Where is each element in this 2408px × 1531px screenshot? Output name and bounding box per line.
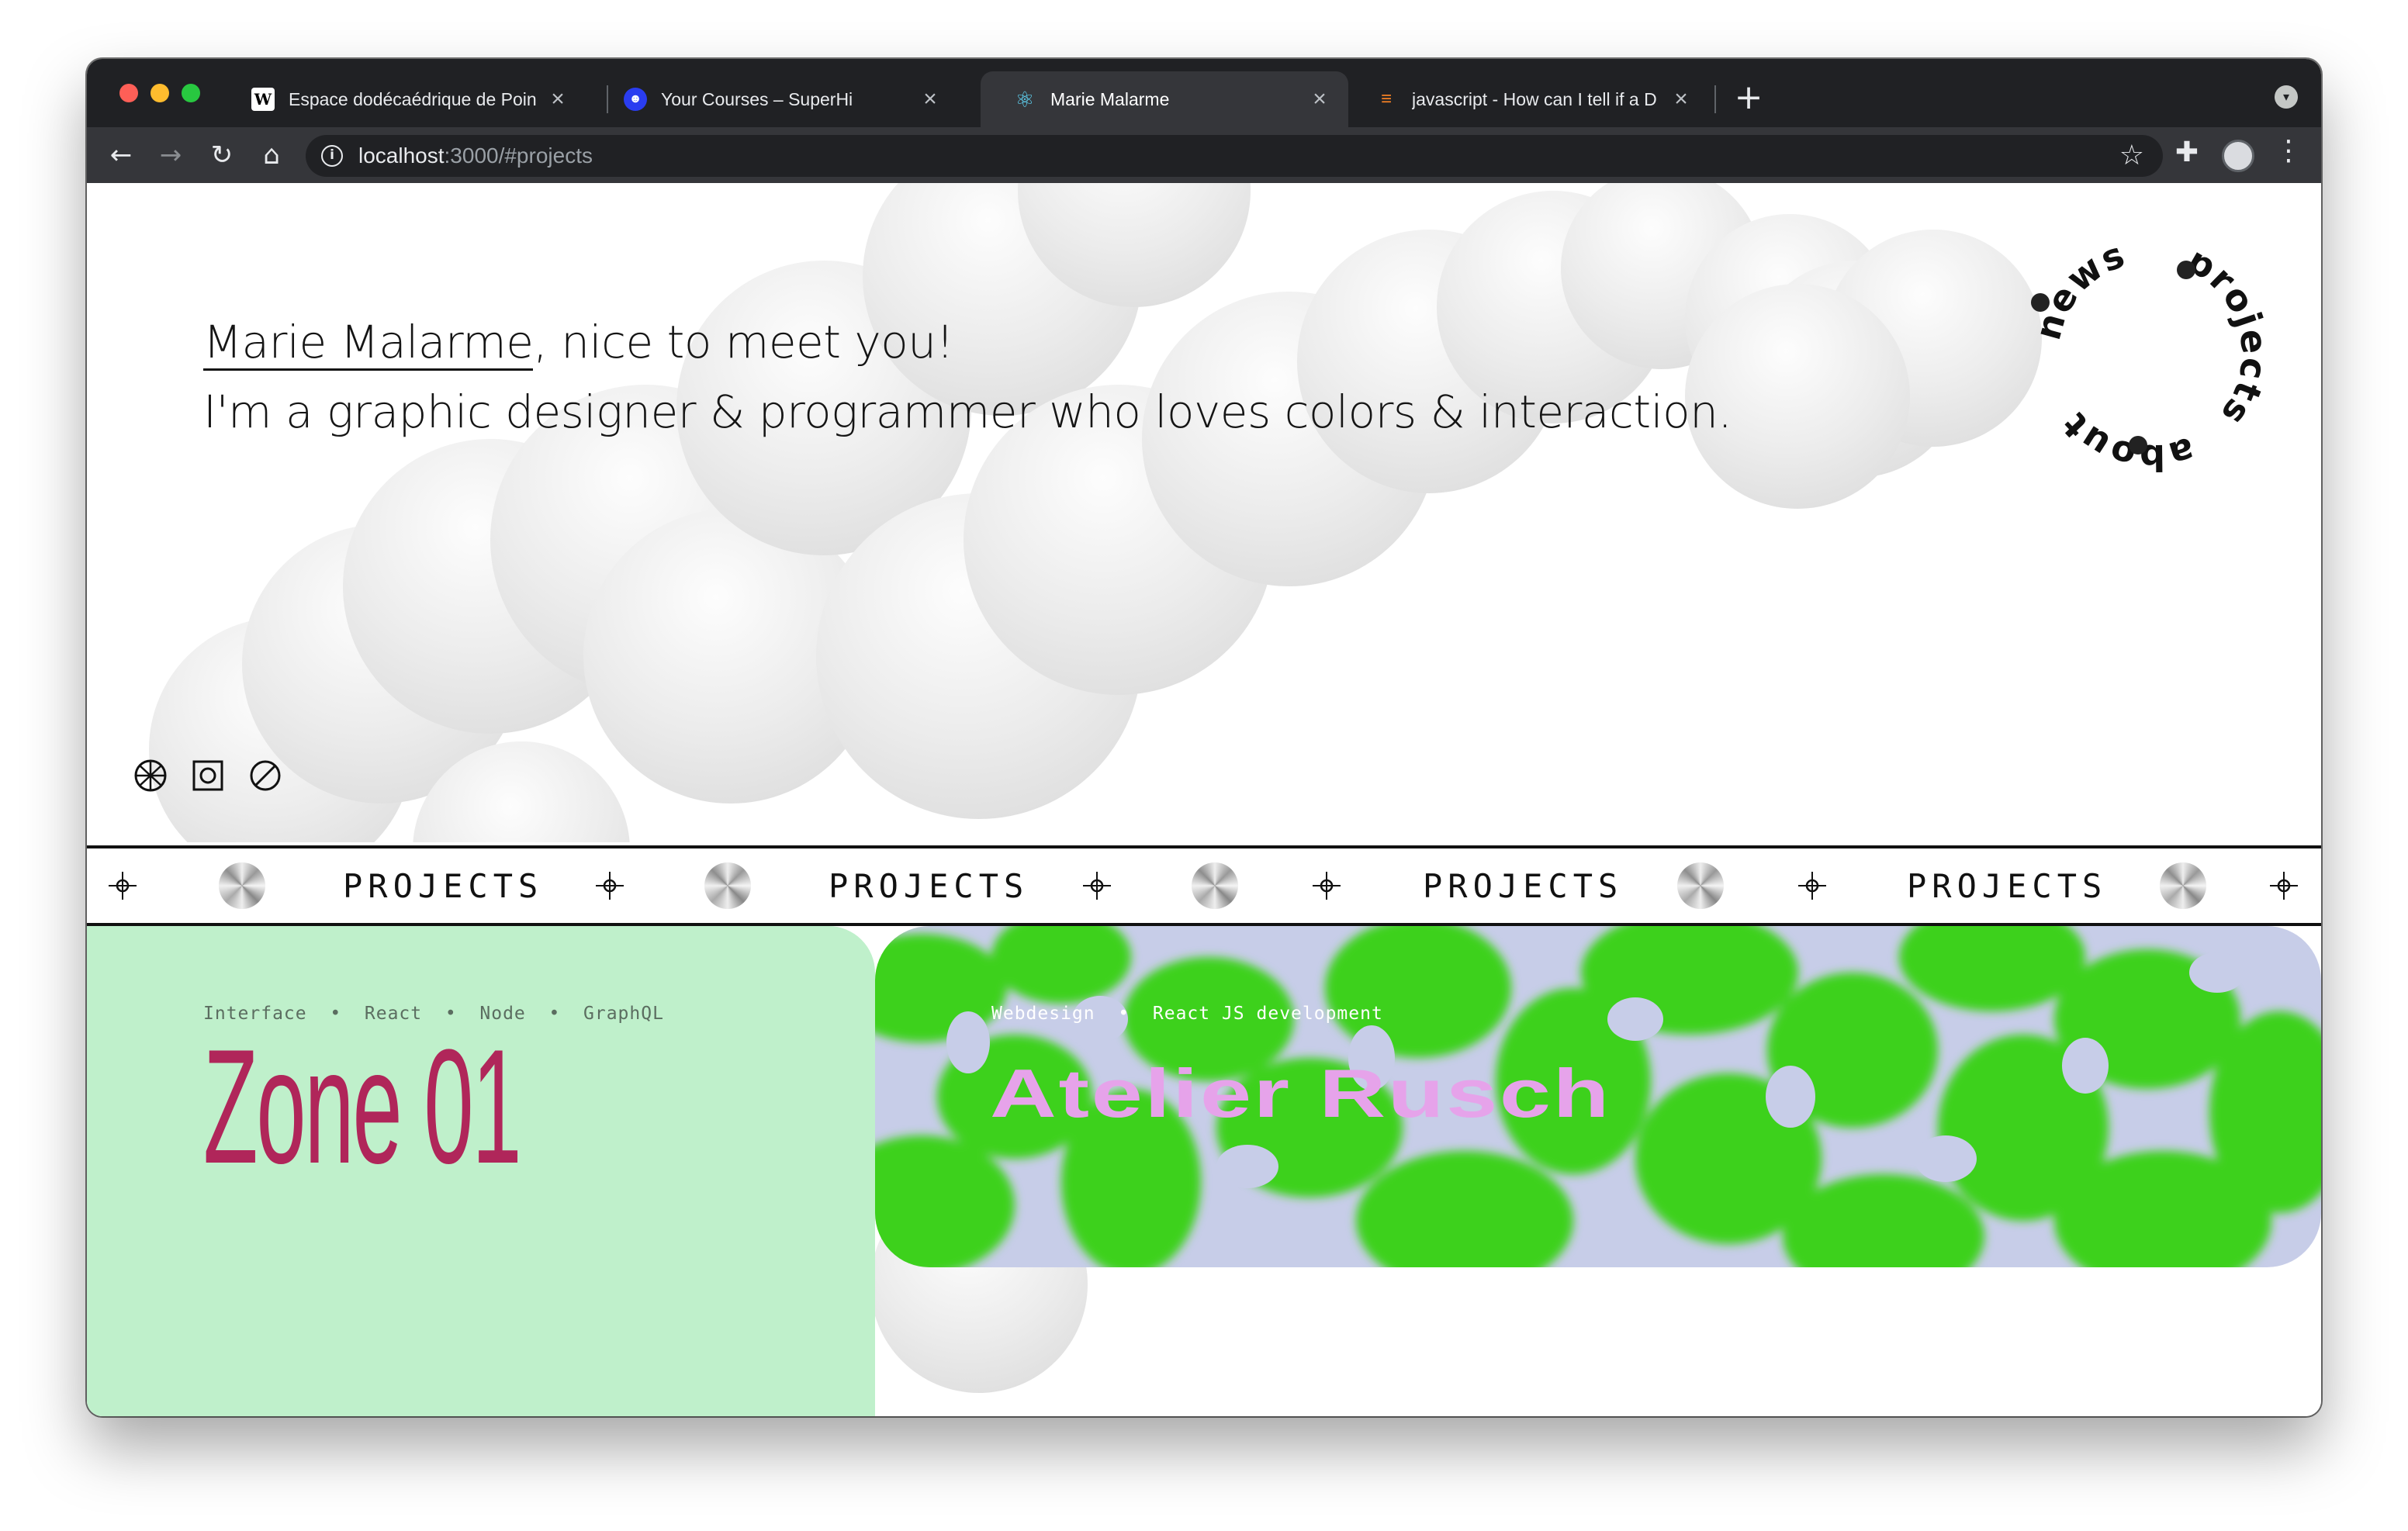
tab-title: javascript - How can I tell if a D [1412, 88, 1657, 109]
address-bar[interactable]: i localhost:3000/#projects ☆ [306, 135, 2163, 177]
nav-news-link[interactable]: news [2026, 233, 2131, 344]
tab-superhi[interactable]: ☻ Your Courses – SuperHi × [591, 71, 959, 127]
new-tab-button[interactable]: + [1730, 79, 1767, 116]
tab-marie-malarme[interactable]: ⚛ Marie Malarme × [981, 71, 1348, 127]
stackoverflow-icon: ≡ [1380, 88, 1392, 109]
crosshair-icon [2270, 848, 2298, 923]
chrome-disc-icon [2160, 848, 2206, 923]
profile-avatar[interactable] [2222, 140, 2254, 172]
close-tab-icon[interactable]: × [919, 86, 942, 112]
projects-marquee: PROJECTS PROJECTS PROJECTS PROJECTS [87, 845, 2321, 926]
forward-button[interactable]: → [152, 137, 189, 174]
marquee-word: PROJECTS [1907, 866, 2108, 905]
no-entry-icon[interactable] [248, 759, 282, 793]
tab-stackoverflow[interactable]: ≡ javascript - How can I tell if a D × [1342, 71, 1710, 127]
chrome-disc-icon [1192, 848, 1238, 923]
extensions-puzzle-icon[interactable]: ✚ [2175, 137, 2199, 168]
tab-title: Espace dodécaédrique de Poin [289, 88, 537, 109]
tab-bar: W Espace dodécaédrique de Poin × ☻ Your … [87, 59, 2321, 127]
chrome-disc-icon [219, 848, 265, 923]
intro-line-2: I'm a graphic designer & programmer who … [203, 385, 1732, 438]
tab-search-button[interactable]: ▾ [2275, 85, 2298, 109]
social-icons [133, 759, 282, 793]
tab-divider [1714, 85, 1716, 113]
marquee-word: PROJECTS [1423, 866, 1624, 905]
browser-window: W Espace dodécaédrique de Poin × ☻ Your … [87, 59, 2321, 1416]
ring-bullet [2177, 261, 2195, 279]
circular-nav: news projects about [2026, 233, 2275, 479]
svg-text:about: about [2053, 403, 2199, 479]
marquee-word: PROJECTS [829, 866, 1029, 905]
superhi-smiley-icon: ☻ [624, 88, 647, 111]
browser-toolbar: ← → ↻ ⌂ i localhost:3000/#projects ☆ ✚ ⋮ [87, 127, 2321, 183]
crosshair-icon [596, 848, 624, 923]
project-title: Atelier Rusch [990, 1055, 1611, 1132]
page-content: Marie Malarme, nice to meet you! I'm a g… [87, 183, 2321, 1416]
browser-menu-icon[interactable]: ⋮ [2275, 135, 2302, 167]
close-tab-icon[interactable]: × [1669, 86, 1693, 112]
nav-about-link[interactable]: about [2053, 403, 2199, 479]
wikipedia-icon: W [251, 88, 275, 111]
marquee-word: PROJECTS [343, 866, 544, 905]
intro-text: Marie Malarme, nice to meet you! I'm a g… [203, 307, 1732, 447]
home-button[interactable]: ⌂ [253, 137, 290, 174]
svg-text:news: news [2026, 233, 2131, 344]
project-tags: Webdesign • React JS development [991, 1004, 1383, 1024]
project-card-zone01[interactable]: Interface • React • Node • GraphQL Zone … [87, 926, 875, 1416]
crosshair-icon [109, 848, 137, 923]
intro-line-1: Marie Malarme, nice to meet you! [203, 307, 1732, 377]
reload-button[interactable]: ↻ [203, 137, 240, 174]
greeting: , nice to meet you! [533, 316, 954, 368]
url-text: localhost:3000/#projects [358, 143, 593, 168]
minimize-window-button[interactable] [150, 84, 169, 102]
bookmark-star-icon[interactable]: ☆ [2119, 140, 2144, 171]
project-title: Zone 01 [203, 1015, 522, 1197]
zoom-window-button[interactable] [182, 84, 200, 102]
project-card-atelier-rusch[interactable]: Webdesign • React JS development Atelier… [875, 926, 2321, 1267]
react-atom-icon: ⚛ [1015, 87, 1035, 112]
name-link[interactable]: Marie Malarme [203, 316, 534, 371]
instagram-icon[interactable] [191, 759, 225, 793]
tab-title: Marie Malarme [1050, 88, 1170, 109]
crosshair-icon [1313, 848, 1341, 923]
crosshair-icon [1798, 848, 1826, 923]
tab-wikipedia[interactable]: W Espace dodécaédrique de Poin × [219, 71, 586, 127]
tab-title: Your Courses – SuperHi [661, 88, 853, 109]
chrome-disc-icon [1677, 848, 1724, 923]
dribbble-icon[interactable] [133, 759, 168, 793]
close-tab-icon[interactable]: × [1308, 86, 1331, 112]
back-button[interactable]: ← [102, 137, 140, 174]
hero-section: Marie Malarme, nice to meet you! I'm a g… [87, 183, 2321, 842]
close-window-button[interactable] [119, 84, 138, 102]
ring-bullet [2031, 293, 2050, 312]
ring-bullet [2129, 436, 2147, 454]
close-tab-icon[interactable]: × [546, 86, 569, 112]
site-info-icon[interactable]: i [321, 145, 343, 167]
chrome-disc-icon [704, 848, 751, 923]
crosshair-icon [1083, 848, 1111, 923]
